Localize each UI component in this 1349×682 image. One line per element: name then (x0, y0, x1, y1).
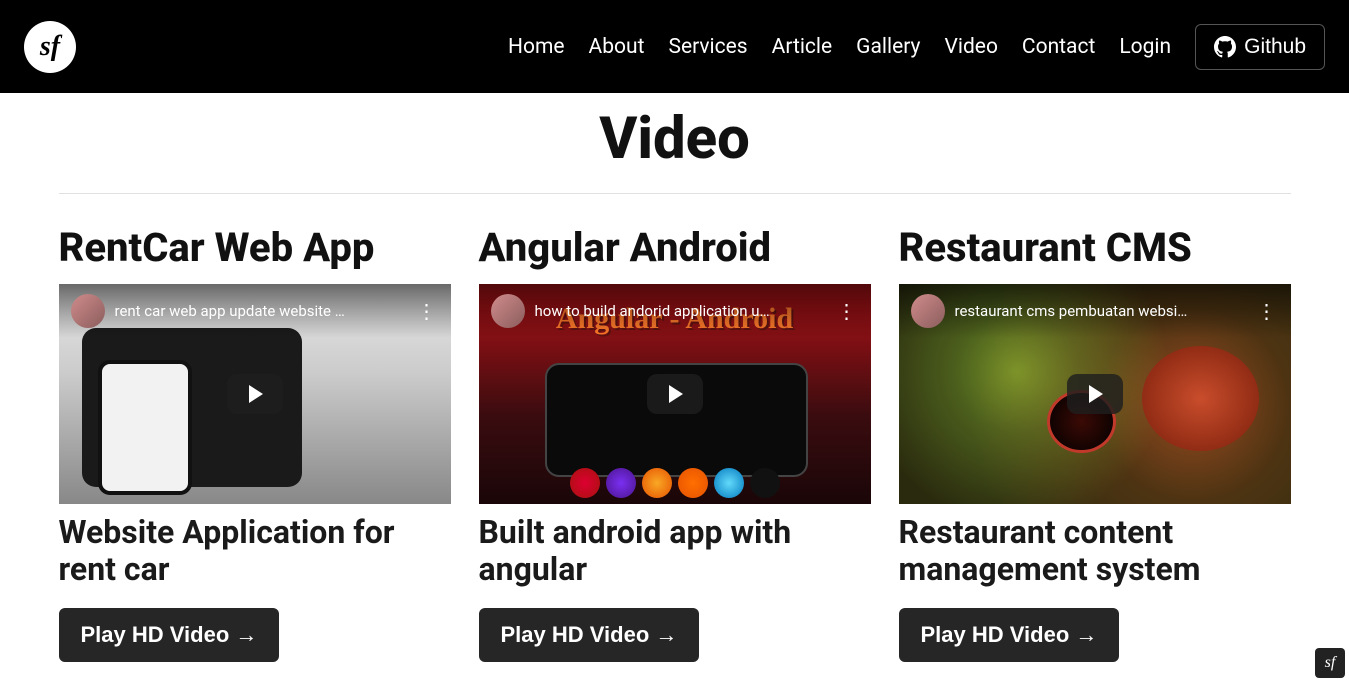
play-icon[interactable] (647, 374, 703, 414)
nav-link-contact[interactable]: Contact (1022, 35, 1095, 59)
nav-link-article[interactable]: Article (772, 35, 833, 59)
play-icon[interactable] (227, 374, 283, 414)
nav-link-gallery[interactable]: Gallery (856, 35, 920, 59)
nav-links: Home About Services Article Gallery Vide… (508, 24, 1325, 70)
nav-link-about[interactable]: About (589, 35, 645, 59)
nav-link-home[interactable]: Home (508, 35, 565, 59)
play-icon[interactable] (1067, 374, 1123, 414)
embed-topbar: rent car web app update website … ⋮ (59, 284, 451, 338)
embed-title[interactable]: restaurant cms pembuatan websi… (955, 302, 1247, 320)
channel-avatar[interactable] (491, 294, 525, 328)
kebab-menu-icon[interactable]: ⋮ (837, 299, 859, 323)
channel-avatar[interactable] (911, 294, 945, 328)
kebab-menu-icon[interactable]: ⋮ (1257, 299, 1279, 323)
embed-topbar: how to build andorid application u… ⋮ (479, 284, 871, 338)
video-title: Angular Android (479, 226, 871, 270)
github-icon (1214, 36, 1236, 58)
play-hd-button[interactable]: Play HD Video → (479, 608, 700, 662)
video-title: RentCar Web App (59, 226, 451, 270)
video-card-rentcar: RentCar Web App rent car web app update … (59, 226, 451, 662)
video-title: Restaurant CMS (899, 226, 1291, 270)
video-card-restaurant: Restaurant CMS restaurant cms pembuatan … (899, 226, 1291, 662)
embed-topbar: restaurant cms pembuatan websi… ⋮ (899, 284, 1291, 338)
video-subtitle: Website Application for rent car (59, 514, 451, 588)
navbar: sf Home About Services Article Gallery V… (0, 0, 1349, 93)
embed-title[interactable]: how to build andorid application u… (535, 302, 827, 320)
video-card-angular: Angular Android how to build andorid app… (479, 226, 871, 662)
video-subtitle: Restaurant content management system (899, 514, 1291, 588)
embed-title[interactable]: rent car web app update website … (115, 302, 407, 320)
play-hd-button[interactable]: Play HD Video → (899, 608, 1120, 662)
framework-icons (479, 468, 871, 498)
nav-link-video[interactable]: Video (944, 35, 997, 59)
main-container: Video RentCar Web App rent car web app u… (35, 105, 1315, 662)
github-label: Github (1244, 35, 1306, 59)
video-grid: RentCar Web App rent car web app update … (59, 226, 1291, 662)
nav-link-services[interactable]: Services (668, 35, 747, 59)
page-title: Video (59, 105, 1291, 173)
play-hd-button[interactable]: Play HD Video → (59, 608, 280, 662)
kebab-menu-icon[interactable]: ⋮ (417, 299, 439, 323)
divider (59, 193, 1291, 194)
video-embed[interactable]: rent car web app update website … ⋮ (59, 284, 451, 504)
video-embed[interactable]: how to build andorid application u… ⋮ (479, 284, 871, 504)
channel-avatar[interactable] (71, 294, 105, 328)
video-subtitle: Built android app with angular (479, 514, 871, 588)
symfony-badge[interactable]: sf (1315, 648, 1345, 678)
video-embed[interactable]: restaurant cms pembuatan websi… ⋮ (899, 284, 1291, 504)
nav-link-login[interactable]: Login (1119, 35, 1171, 59)
site-logo[interactable]: sf (24, 21, 76, 73)
github-button[interactable]: Github (1195, 24, 1325, 70)
